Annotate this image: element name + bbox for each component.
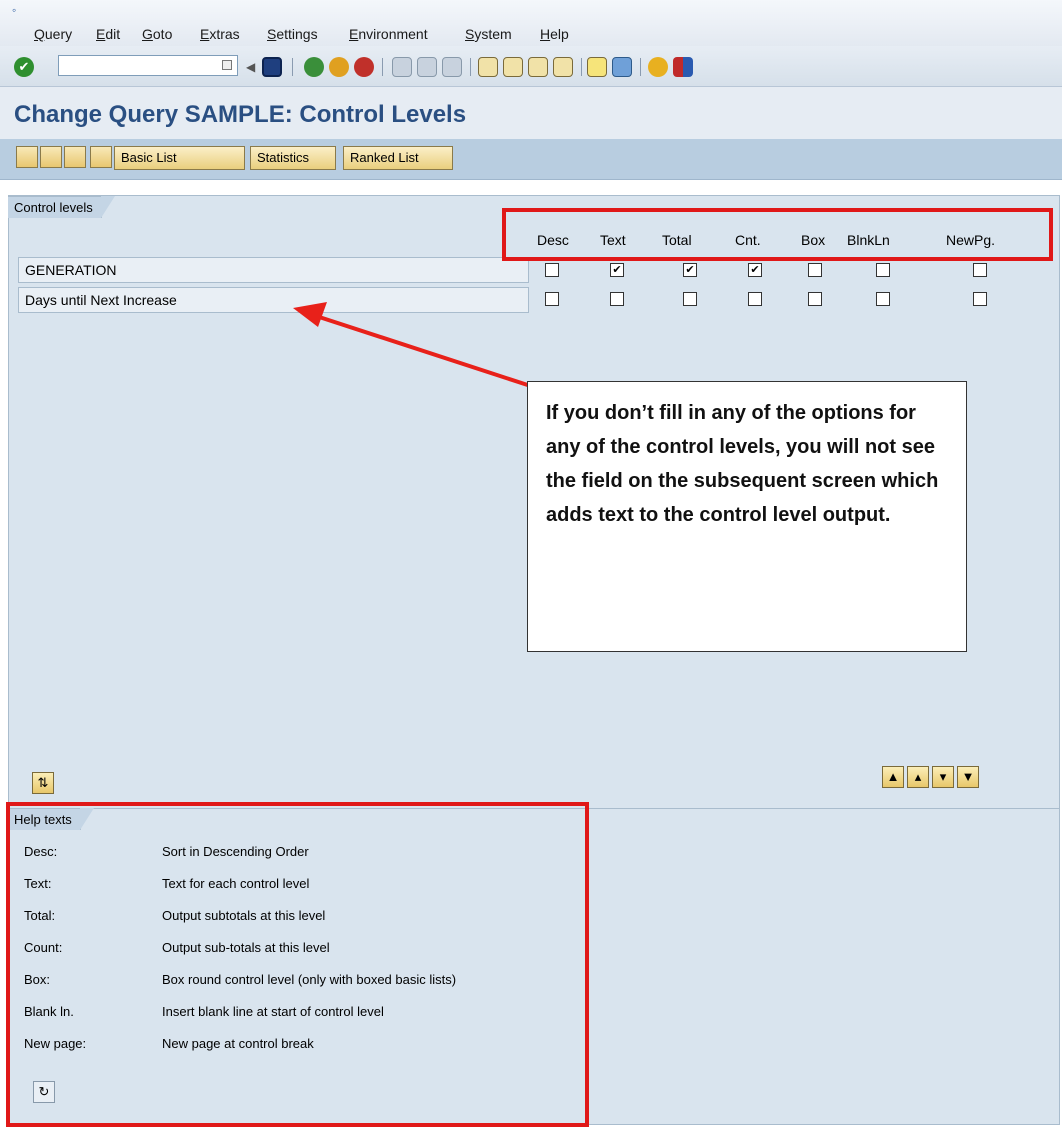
back-green-icon[interactable]: [304, 57, 324, 77]
previous-page-icon[interactable]: [503, 57, 523, 77]
previous-screen-icon[interactable]: [16, 146, 38, 168]
print-icon[interactable]: [392, 57, 412, 77]
control-level-checkbox[interactable]: [876, 292, 890, 306]
find-icon[interactable]: [417, 57, 437, 77]
control-level-checkbox[interactable]: [973, 263, 987, 277]
toolbar-separator: [292, 58, 293, 76]
cancel-icon[interactable]: [354, 57, 374, 77]
first-page-icon[interactable]: ▲: [882, 766, 904, 788]
statistics-button[interactable]: Statistics: [250, 146, 336, 170]
exit-icon[interactable]: [329, 57, 349, 77]
control-level-checkbox[interactable]: ✔: [683, 263, 697, 277]
control-level-checkbox[interactable]: [808, 292, 822, 306]
annotation-highlight-help-texts: [6, 802, 589, 1127]
control-level-row-label[interactable]: Days until Next Increase: [18, 287, 529, 313]
control-level-checkbox[interactable]: ✔: [748, 263, 762, 277]
toolbar-separator: [470, 58, 471, 76]
next-page-icon[interactable]: [528, 57, 548, 77]
sort-icon[interactable]: ⇅: [32, 772, 54, 794]
create-session-icon[interactable]: [587, 57, 607, 77]
control-level-row-label[interactable]: GENERATION: [18, 257, 529, 283]
toolbar-separator: [382, 58, 383, 76]
control-level-checkbox[interactable]: [610, 292, 624, 306]
menu-settings[interactable]: Settings: [267, 26, 318, 42]
next-page-icon[interactable]: ▾: [932, 766, 954, 788]
first-page-icon[interactable]: [478, 57, 498, 77]
menu-environment[interactable]: Environment: [349, 26, 428, 42]
control-level-checkbox[interactable]: [973, 292, 987, 306]
control-level-checkbox[interactable]: [876, 263, 890, 277]
toolbar-separator: [640, 58, 641, 76]
list-icon[interactable]: [64, 146, 86, 168]
command-field[interactable]: [58, 55, 238, 76]
back-icon[interactable]: ◀: [246, 57, 258, 77]
last-page-icon[interactable]: ▼: [957, 766, 979, 788]
basic-list-button[interactable]: Basic List: [114, 146, 245, 170]
menu-edit[interactable]: Edit: [96, 26, 120, 42]
toolbar-separator: [581, 58, 582, 76]
control-level-checkbox[interactable]: [683, 292, 697, 306]
next-screen-icon[interactable]: [40, 146, 62, 168]
control-levels-tab: Control levels: [8, 196, 115, 218]
menu-extras[interactable]: Extras: [200, 26, 240, 42]
control-level-checkbox[interactable]: [545, 292, 559, 306]
control-level-checkbox[interactable]: ✔: [610, 263, 624, 277]
control-level-checkbox[interactable]: [748, 292, 762, 306]
system-menu-icon[interactable]: ◦: [12, 4, 26, 16]
output-icon[interactable]: [90, 146, 112, 168]
enter-icon[interactable]: ✔: [14, 57, 34, 77]
layout-icon[interactable]: [673, 57, 693, 77]
menu-bar: ◦ Query Edit Goto Extras Settings Enviro…: [0, 0, 1062, 46]
page-title: Change Query SAMPLE: Control Levels: [14, 101, 467, 128]
help-icon[interactable]: [648, 57, 668, 77]
menu-query[interactable]: Query: [34, 26, 72, 42]
menu-help[interactable]: Help: [540, 26, 569, 42]
menu-system[interactable]: System: [465, 26, 512, 42]
previous-page-icon[interactable]: ▴: [907, 766, 929, 788]
annotation-callout: If you don’t fill in any of the options …: [527, 381, 967, 652]
control-level-checkbox[interactable]: [545, 263, 559, 277]
control-level-checkbox[interactable]: [808, 263, 822, 277]
callout-text: If you don’t fill in any of the options …: [546, 402, 939, 526]
save-icon[interactable]: [262, 57, 282, 77]
find-next-icon[interactable]: [442, 57, 462, 77]
ranked-list-button[interactable]: Ranked List: [343, 146, 453, 170]
shortcut-icon[interactable]: [612, 57, 632, 77]
command-history-dropdown-icon[interactable]: [222, 60, 232, 70]
last-page-icon[interactable]: [553, 57, 573, 77]
annotation-highlight-columns: [502, 208, 1053, 261]
menu-goto[interactable]: Goto: [142, 26, 172, 42]
